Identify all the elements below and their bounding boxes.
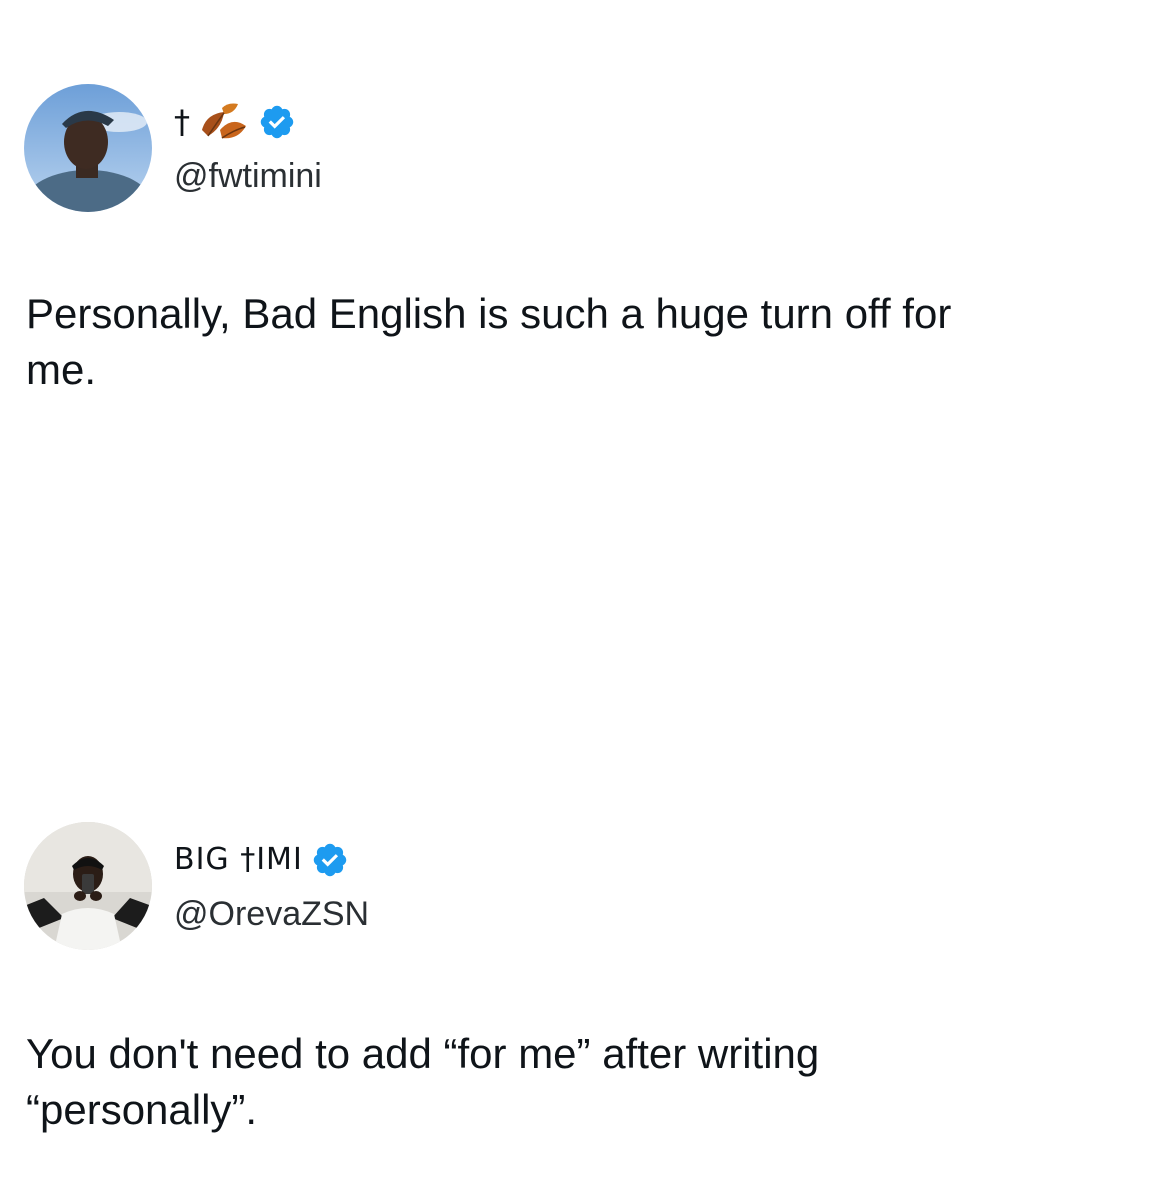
verified-badge-icon bbox=[311, 841, 349, 879]
handle[interactable]: @OrevaZSN bbox=[174, 894, 369, 934]
tweet-text: You don't need to add “for me” after wri… bbox=[26, 1026, 1126, 1138]
verified-badge-icon bbox=[258, 103, 296, 141]
tweet-text-line: Personally, Bad English is such a huge t… bbox=[26, 290, 952, 337]
avatar-fwtimini[interactable] bbox=[24, 84, 152, 212]
display-name-row[interactable]: † bbox=[174, 102, 296, 142]
handle[interactable]: @fwtimini bbox=[174, 156, 322, 196]
avatar-orevazsn[interactable] bbox=[24, 822, 152, 950]
tweet-text-line: You don't need to add “for me” after wri… bbox=[26, 1030, 820, 1077]
display-name: BIG †IMI bbox=[174, 842, 303, 877]
display-name: † bbox=[174, 103, 190, 141]
tweet-text-line: “personally”. bbox=[26, 1086, 258, 1133]
tweet-text: Personally, Bad English is such a huge t… bbox=[26, 286, 1126, 398]
fallen-leaf-icon bbox=[198, 100, 250, 144]
display-name-row[interactable]: BIG †IMI bbox=[174, 840, 349, 880]
tweet-text-line: me. bbox=[26, 346, 97, 393]
